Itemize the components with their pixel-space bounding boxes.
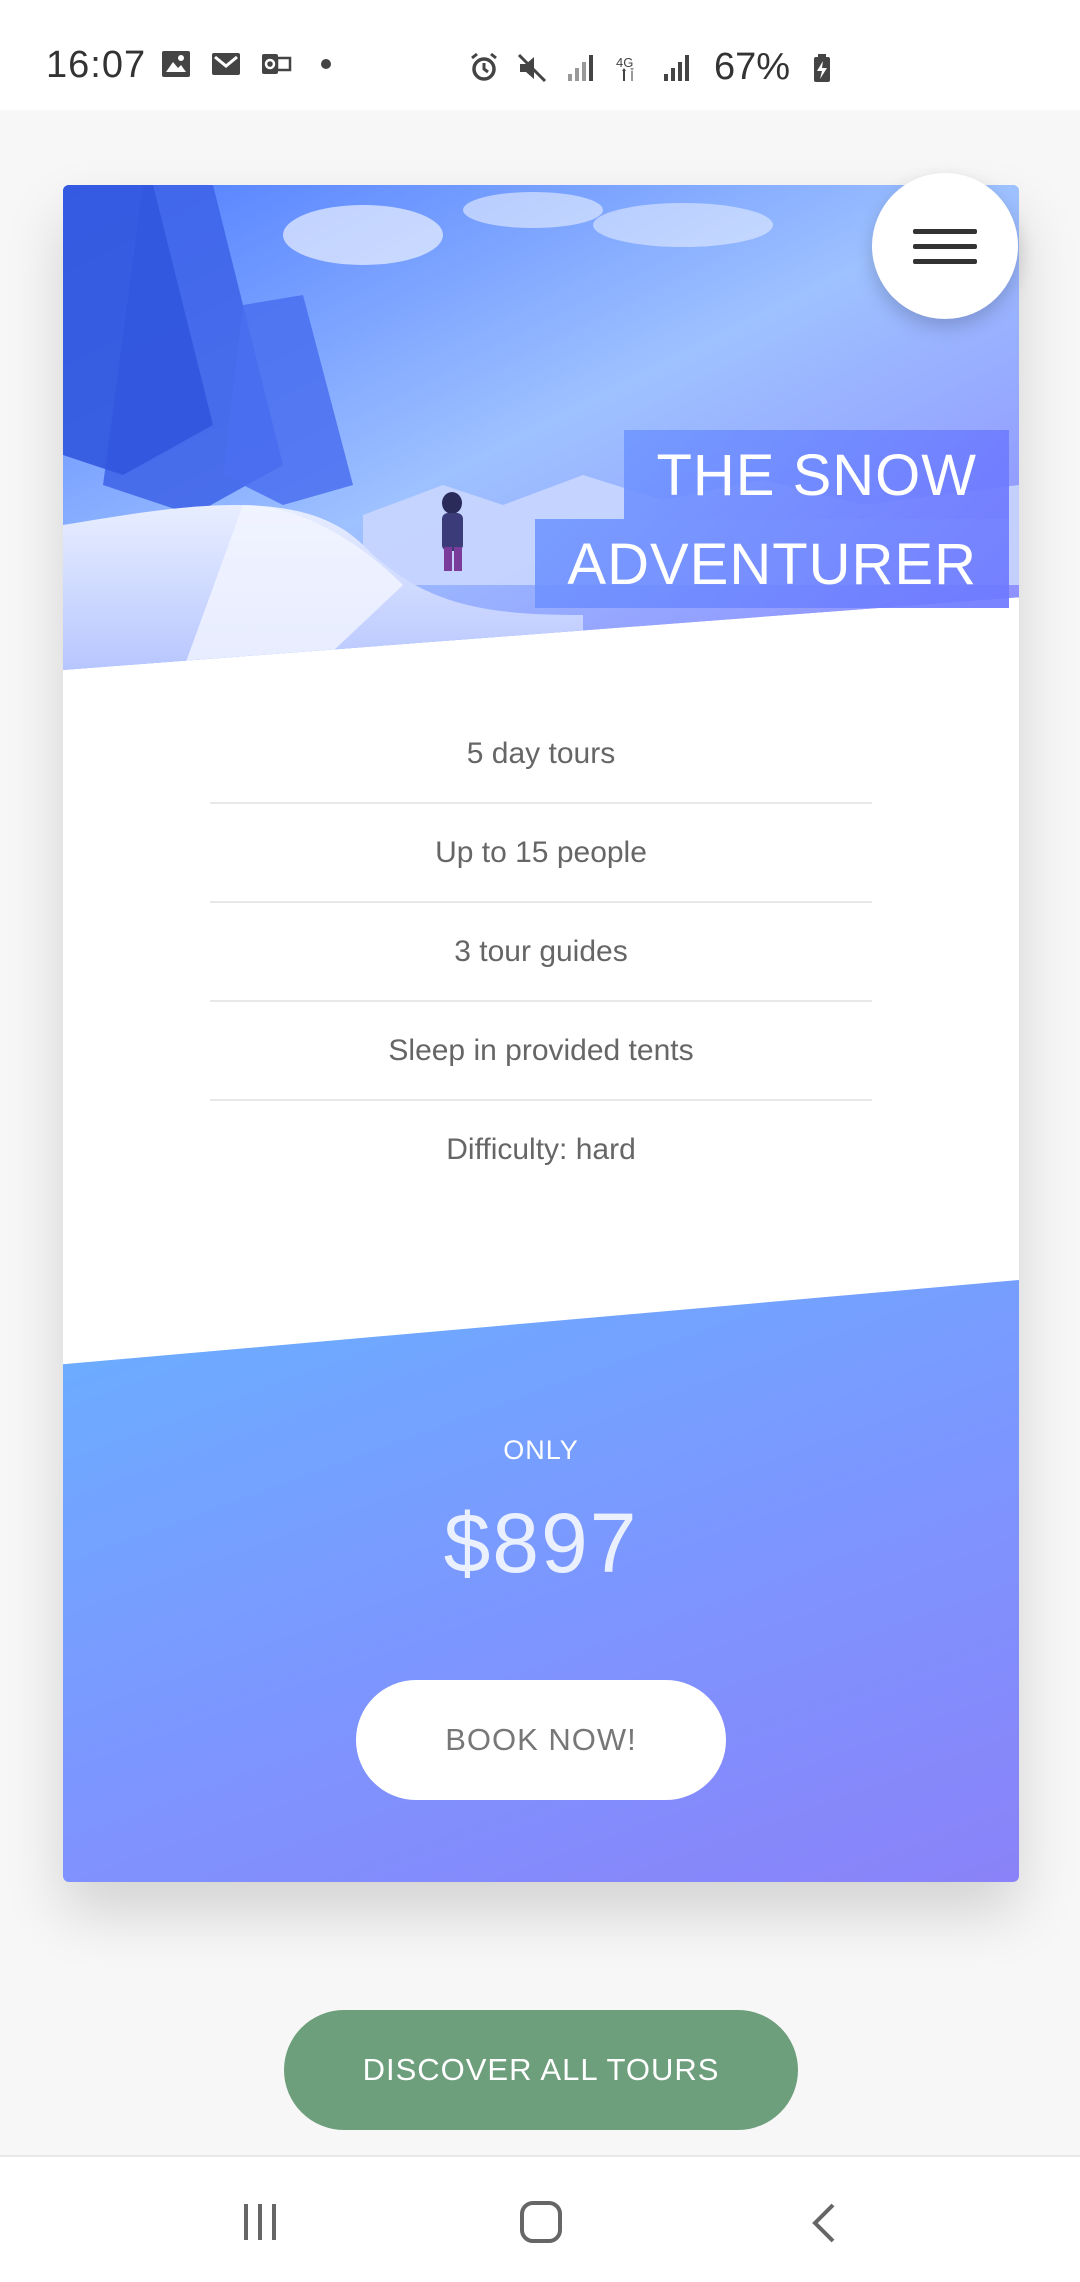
tour-features-list: 5 day tours Up to 15 people 3 tour guide… (210, 705, 872, 1198)
tour-card: THE SNOW ADVENTURER 5 day tours Up to 15… (63, 185, 1019, 1882)
recent-apps-icon[interactable] (240, 2202, 280, 2242)
feature-item: 5 day tours (210, 705, 872, 804)
battery-percent: 67% (714, 46, 791, 88)
menu-button[interactable] (872, 173, 1018, 319)
tour-title-line-1: THE SNOW (624, 430, 1009, 519)
alarm-icon (471, 52, 497, 81)
svg-text:4G: 4G (616, 55, 633, 70)
feature-item: Up to 15 people (210, 804, 872, 903)
feature-item: 3 tour guides (210, 903, 872, 1002)
gallery-icon (162, 51, 190, 77)
mute-icon (517, 53, 547, 82)
price-label: ONLY (503, 1435, 579, 1465)
battery-icon (814, 53, 831, 82)
book-now-button[interactable]: BOOK NOW! (356, 1680, 726, 1800)
signal-icon (568, 54, 593, 81)
tour-title-line-2: ADVENTURER (535, 519, 1009, 608)
discover-all-tours-button[interactable]: DISCOVER ALL TOURS (284, 2010, 798, 2130)
status-time: 16:07 (46, 44, 147, 86)
gmail-icon (212, 53, 240, 75)
signal-icon (664, 54, 689, 81)
home-icon[interactable] (518, 2199, 564, 2245)
feature-item: Sleep in provided tents (210, 1002, 872, 1101)
tour-title: THE SNOW ADVENTURER (535, 430, 1009, 608)
outlook-icon (262, 54, 292, 74)
hamburger-icon (913, 229, 977, 234)
navigation-bar (0, 2155, 1080, 2282)
back-icon[interactable] (805, 2201, 845, 2245)
data-4g-icon: 4G (616, 55, 634, 81)
price-value: $897 (443, 1496, 639, 1590)
feature-item: Difficulty: hard (446, 1133, 636, 1166)
dot-icon (321, 59, 331, 69)
status-bar: 16:07 4G 67% (0, 0, 1080, 110)
